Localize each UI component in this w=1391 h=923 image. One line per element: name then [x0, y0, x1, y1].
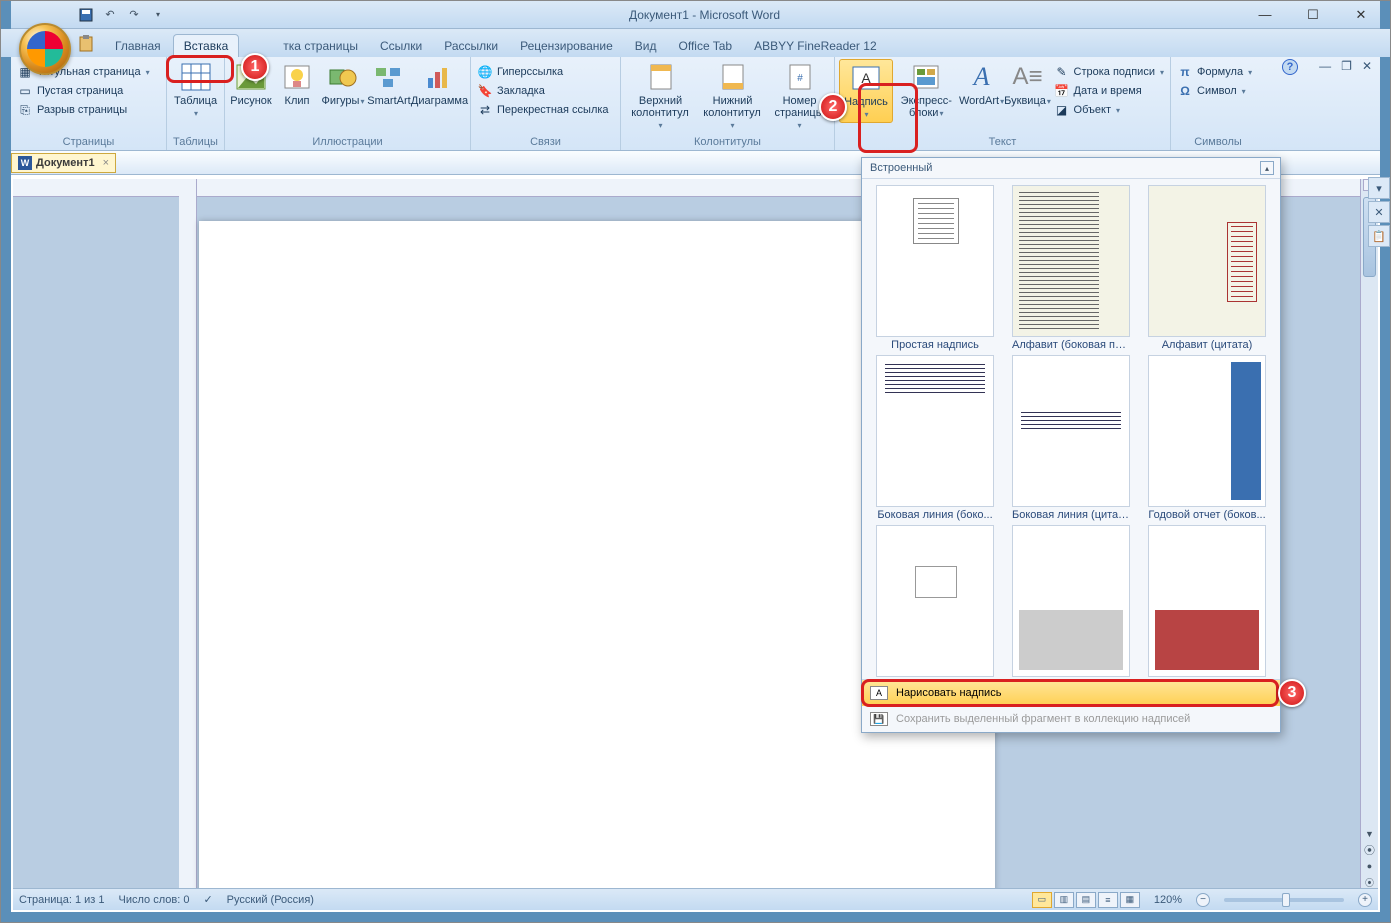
status-language[interactable]: Русский (Россия)	[227, 894, 314, 906]
tab-view[interactable]: Вид	[625, 35, 667, 57]
browse-object-icon[interactable]: ●	[1361, 858, 1378, 874]
zoom-slider[interactable]	[1224, 898, 1344, 902]
gallery-header: Встроенный ▴	[862, 158, 1280, 179]
save-small-icon: 💾	[870, 712, 888, 726]
status-page[interactable]: Страница: 1 из 1	[19, 894, 105, 906]
gallery-item[interactable]: Алфавит (цитата)	[1142, 185, 1272, 351]
tab-home[interactable]: Главная	[105, 35, 171, 57]
office-orb-button[interactable]	[19, 23, 71, 75]
tab-review[interactable]: Рецензирование	[510, 35, 623, 57]
gallery-item[interactable]: Боковая линия (боко...	[870, 355, 1000, 521]
gallery-item[interactable]: Простая надпись	[870, 185, 1000, 351]
gallery-item[interactable]: Боковая линия (цитата)	[1006, 355, 1136, 521]
gallery-item[interactable]	[1142, 525, 1272, 679]
scroll-up-mini-icon[interactable]: ▴	[1260, 161, 1274, 175]
view-reading[interactable]: ▥	[1054, 892, 1074, 908]
clipboard-icon	[77, 35, 95, 53]
vertical-scrollbar[interactable]: ▲ ▼ ⦿ ● ⦿	[1360, 179, 1378, 890]
scroll-down-icon[interactable]: ▼	[1361, 826, 1378, 842]
callout-2-frame	[858, 83, 918, 153]
callout-3-frame	[861, 679, 1279, 707]
status-bar: Страница: 1 из 1 Число слов: 0 ✓ Русский…	[13, 888, 1378, 910]
textbox-gallery: Встроенный ▴ Простая надпись Алфавит (бо…	[861, 157, 1281, 733]
save-selection-menuitem: 💾 Сохранить выделенный фрагмент в коллек…	[862, 706, 1280, 732]
mdi-close[interactable]: ✕	[1362, 59, 1372, 73]
mdi-minimize[interactable]: —	[1319, 59, 1331, 73]
callout-3-badge: 3	[1278, 679, 1306, 707]
ribbon-tabs: Главная Вставка тка страницы Ссылки Расс…	[1, 29, 1390, 57]
view-outline[interactable]: ≡	[1098, 892, 1118, 908]
help-icon[interactable]: ?	[1282, 59, 1298, 75]
toolbox-dropdown-icon[interactable]: ▾	[1368, 177, 1390, 199]
tab-mailings[interactable]: Рассылки	[434, 35, 508, 57]
callout-2-badge: 2	[819, 93, 847, 121]
view-buttons: ▭ ▥ ▤ ≡ ▦	[1032, 892, 1140, 908]
view-draft[interactable]: ▦	[1120, 892, 1140, 908]
zoom-out-button[interactable]: −	[1196, 893, 1210, 907]
gallery-item[interactable]: Годовой отчет (боков...	[1142, 355, 1272, 521]
toolbox-close-icon[interactable]: ✕	[1368, 201, 1390, 223]
status-words[interactable]: Число слов: 0	[119, 894, 190, 906]
zoom-level[interactable]: 120%	[1154, 894, 1182, 906]
callout-1-frame	[166, 55, 234, 83]
gallery-item[interactable]: Алфавит (боковая по...	[1006, 185, 1136, 351]
zoom-in-button[interactable]: +	[1358, 893, 1372, 907]
tab-references[interactable]: Ссылки	[370, 35, 432, 57]
prev-page-icon[interactable]: ⦿	[1361, 842, 1378, 858]
side-toolbox: ▾ ✕ 📋	[1368, 175, 1390, 247]
tab-abbyy[interactable]: ABBYY FineReader 12	[744, 35, 887, 57]
view-print-layout[interactable]: ▭	[1032, 892, 1052, 908]
gallery-item[interactable]	[870, 525, 1000, 679]
toolbox-clipboard-icon[interactable]: 📋	[1368, 225, 1390, 247]
tab-office-tab[interactable]: Office Tab	[669, 35, 743, 57]
gallery-item[interactable]	[1006, 525, 1136, 679]
callout-1-badge: 1	[241, 53, 269, 81]
tab-insert[interactable]: Вставка	[173, 34, 240, 57]
ruler-vertical	[179, 179, 197, 890]
mdi-restore[interactable]: ❐	[1341, 59, 1352, 73]
spellcheck-icon[interactable]: ✓	[203, 893, 212, 906]
view-web[interactable]: ▤	[1076, 892, 1096, 908]
